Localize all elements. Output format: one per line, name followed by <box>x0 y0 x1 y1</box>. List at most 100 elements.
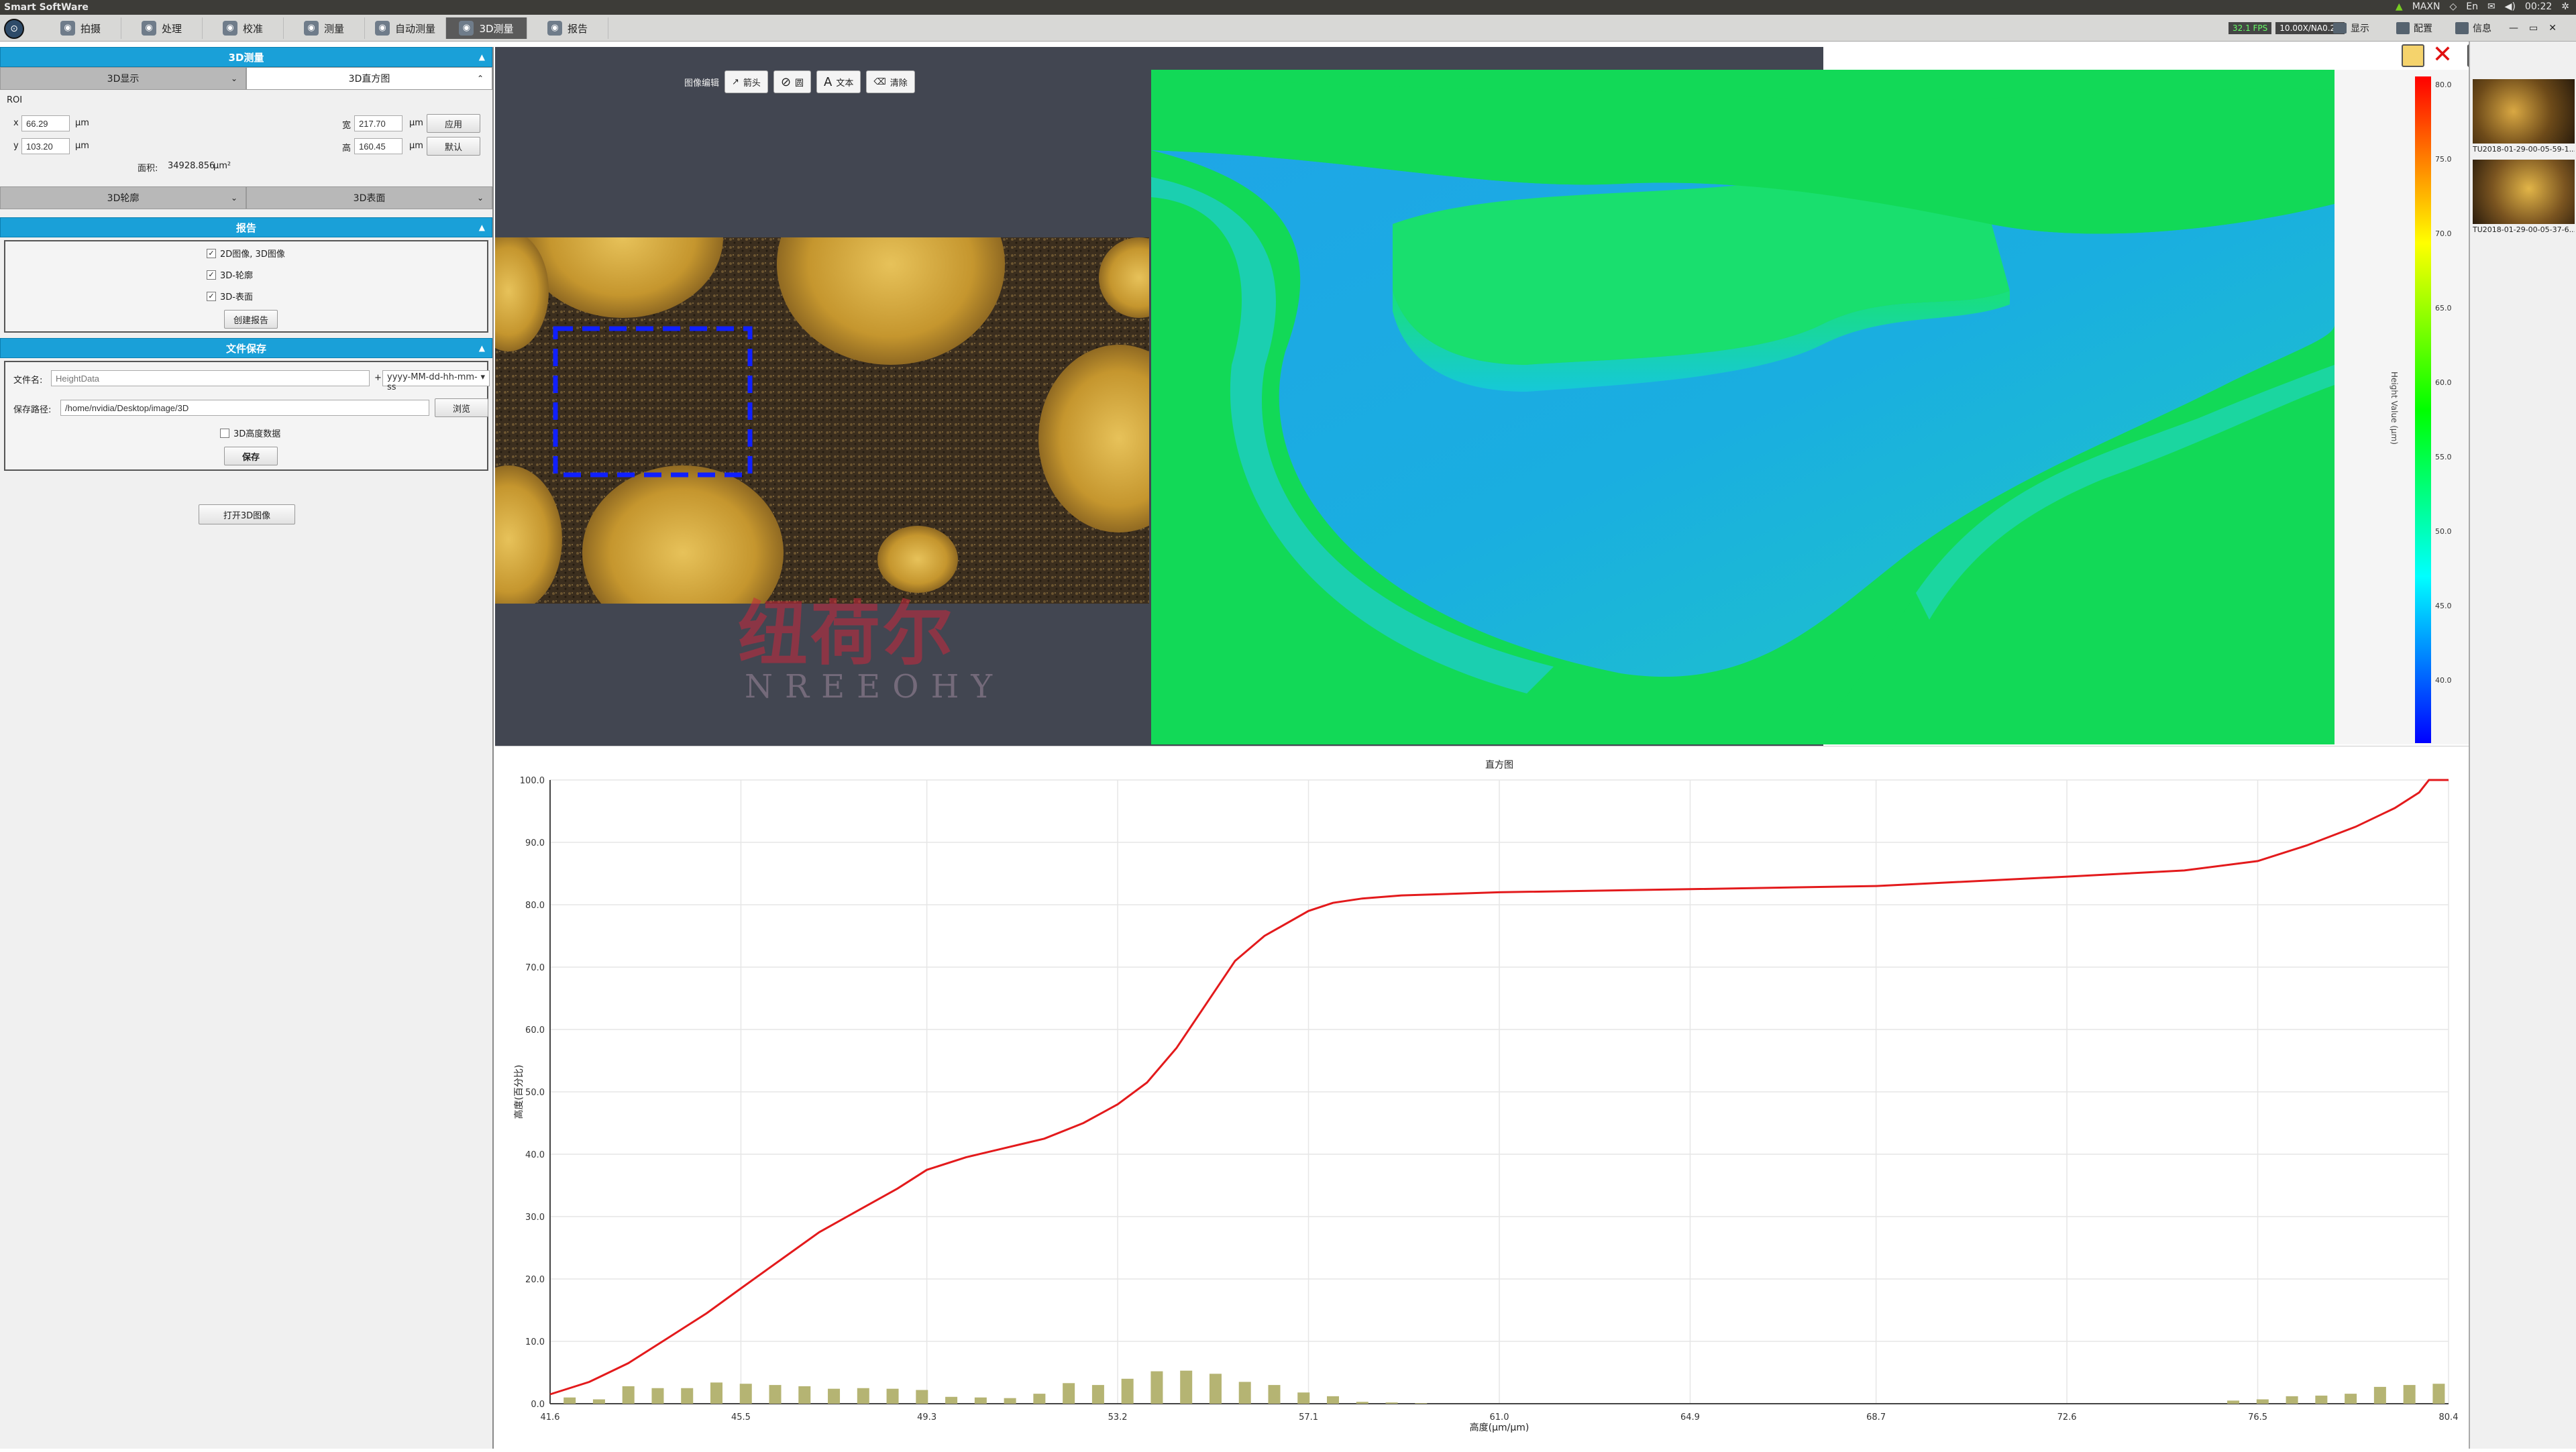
area-unit: μm² <box>213 161 231 171</box>
tab-calibrate[interactable]: ◉ 校准 <box>203 17 284 39</box>
tab-3d-histogram[interactable]: 3D直方图 ⌃ <box>246 67 492 90</box>
y-tick-label: 60.0 <box>525 1025 545 1036</box>
thumbnail-image-1[interactable] <box>2473 79 2575 144</box>
nvidia-icon[interactable]: ▲ <box>2396 1 2403 12</box>
save-image-icon[interactable] <box>2402 44 2424 67</box>
save-height-data-checkbox[interactable]: 3D高度数据 <box>220 427 280 439</box>
maximize-icon[interactable]: ▭ <box>2529 23 2538 34</box>
roi-x-input[interactable] <box>21 115 70 131</box>
histogram-bar <box>916 1390 928 1404</box>
y-axis-label: 高度(百分比) <box>513 1065 525 1119</box>
collapse-icon: ▲ <box>478 223 485 232</box>
height-colorbar: 80.0 75.0 70.0 65.0 60.0 55.0 50.0 45.0 40.0 Hei… <box>2334 70 2469 744</box>
tab-3d-measure[interactable]: ◉ 3D测量 <box>446 17 527 39</box>
report-option-profile[interactable]: ✓ 3D-轮廓 <box>207 268 253 281</box>
histogram-bar <box>1238 1382 1251 1404</box>
power-mode[interactable]: MAXN <box>2412 1 2440 12</box>
delete-icon[interactable]: ✕ <box>2431 43 2454 67</box>
camera-icon: ◉ <box>60 21 75 36</box>
surface-subtabs: 3D轮廓 ⌄ 3D表面 ⌄ <box>0 186 492 209</box>
chevron-down-icon: ⌄ <box>230 193 237 203</box>
keyboard-icon[interactable]: En <box>2466 1 2478 12</box>
window-controls: — ▭ ✕ <box>2509 17 2557 39</box>
x-axis-label: 高度(μm/μm) <box>1470 1422 1529 1433</box>
browse-button[interactable]: 浏览 <box>435 398 488 417</box>
roi-height-input[interactable] <box>354 138 402 154</box>
home-logo-icon[interactable]: ⊙ <box>4 19 24 39</box>
checkbox-checked-icon: ✓ <box>207 291 216 301</box>
section-file-save-header[interactable]: 文件保存 ▲ <box>0 338 492 358</box>
clock[interactable]: 00:22 <box>2525 1 2552 12</box>
width-label: 宽 <box>342 121 352 131</box>
tab-3d-surface[interactable]: 3D表面 ⌄ <box>246 186 492 209</box>
apply-button[interactable]: 应用 <box>427 114 480 133</box>
report-option-2d-3d[interactable]: ✓ 2D图像, 3D图像 <box>207 247 285 260</box>
histogram-svg: 0.0 10.0 20.0 30.0 40.0 50.0 60.0 70.0 80.0 90.0 1… <box>513 759 2459 1433</box>
x-tick-label: 76.5 <box>2248 1412 2267 1422</box>
microscope-image[interactable] <box>495 237 1149 604</box>
arrow-tool-button[interactable]: ↗ 箭头 <box>724 70 768 93</box>
y-tick-label: 70.0 <box>525 963 545 973</box>
open-3d-image-button[interactable]: 打开3D图像 <box>199 504 295 524</box>
minimize-icon[interactable]: — <box>2509 23 2518 34</box>
histogram-bar <box>1356 1402 1368 1404</box>
tab-camera[interactable]: ◉ 拍摄 <box>40 17 121 39</box>
histogram-bar <box>1327 1396 1340 1404</box>
histogram-bar <box>1121 1378 1134 1404</box>
wifi-icon[interactable]: ◇ <box>2449 1 2457 12</box>
text-tool-button[interactable]: A 文本 <box>816 70 861 93</box>
histogram-bar <box>1033 1394 1046 1404</box>
histogram-bar <box>651 1388 664 1404</box>
image-edit-label: 图像编辑 <box>684 78 720 89</box>
x-tick-label: 64.9 <box>1680 1412 1700 1422</box>
histogram-bar <box>769 1385 782 1404</box>
y-tick-label: 40.0 <box>525 1150 545 1160</box>
histogram-bar <box>2286 1396 2298 1404</box>
default-button[interactable]: 默认 <box>427 137 480 156</box>
save-path-input[interactable] <box>60 400 429 416</box>
tab-process[interactable]: ◉ 处理 <box>121 17 203 39</box>
create-report-button[interactable]: 创建报告 <box>224 310 278 329</box>
section-report-header[interactable]: 报告 ▲ <box>0 217 492 237</box>
config-button[interactable]: 配置 <box>2396 17 2432 39</box>
section-3d-measure-header[interactable]: 3D测量 ▲ <box>0 47 492 67</box>
mail-icon[interactable]: ✉ <box>2487 1 2496 12</box>
histogram-bar <box>1180 1370 1193 1404</box>
save-button[interactable]: 保存 <box>224 447 278 465</box>
tab-3d-display[interactable]: 3D显示 ⌄ <box>0 67 246 90</box>
tab-3d-profile[interactable]: 3D轮廓 ⌄ <box>0 186 246 209</box>
report-icon: ◉ <box>547 21 562 36</box>
circle-tool-button[interactable]: ⊘ 圆 <box>773 70 812 93</box>
filename-input[interactable] <box>51 370 370 386</box>
histogram-bar <box>681 1388 694 1404</box>
app-title: Smart SoftWare <box>4 2 89 13</box>
3d-surface-view[interactable] <box>1151 70 2334 744</box>
thumbnail-panel: TU2018-01-29-00-05-59-1... TU2018-01-29-… <box>2469 42 2576 1449</box>
close-window-icon[interactable]: ✕ <box>2548 23 2557 34</box>
tab-auto-measure[interactable]: ◉ 自动测量 <box>365 17 446 39</box>
histogram-bar <box>710 1382 722 1404</box>
histogram-bar <box>564 1397 576 1404</box>
tab-report[interactable]: ◉ 报告 <box>527 17 608 39</box>
histogram-bar <box>1385 1402 1398 1404</box>
chart-title: 直方图 <box>1485 759 1513 771</box>
date-format-select[interactable]: yyyy-MM-dd-hh-mm-ss ▾ <box>382 370 490 392</box>
height-label: 高 <box>342 144 352 154</box>
histogram-bar <box>2256 1399 2269 1404</box>
info-button[interactable]: 信息 <box>2455 17 2491 39</box>
chevron-down-icon: ⌄ <box>476 193 484 203</box>
histogram-bar <box>2227 1400 2240 1404</box>
main-toolbar: ⊙ ◉ 拍摄 ◉ 处理 ◉ 校准 ◉ 测量 ◉ 自动测量 ◉ 3D测量 ◉ 报告 32.1 FPS 10.… <box>0 15 2576 42</box>
settings-gear-icon[interactable]: ✲ <box>2561 1 2569 12</box>
volume-icon[interactable]: ◀) <box>2505 1 2516 12</box>
tab-measure[interactable]: ◉ 测量 <box>284 17 365 39</box>
thumbnail-image-2[interactable] <box>2473 160 2575 224</box>
roi-width-input[interactable] <box>354 115 402 131</box>
eraser-icon: ⌫ <box>873 76 886 87</box>
display-button[interactable]: 显示 <box>2333 17 2369 39</box>
plus-label: + <box>374 373 382 383</box>
report-option-surface[interactable]: ✓ 3D-表面 <box>207 290 253 302</box>
x-tick-label: 80.4 <box>2439 1412 2459 1422</box>
clear-tool-button[interactable]: ⌫ 清除 <box>866 70 915 93</box>
roi-y-input[interactable] <box>21 138 70 154</box>
